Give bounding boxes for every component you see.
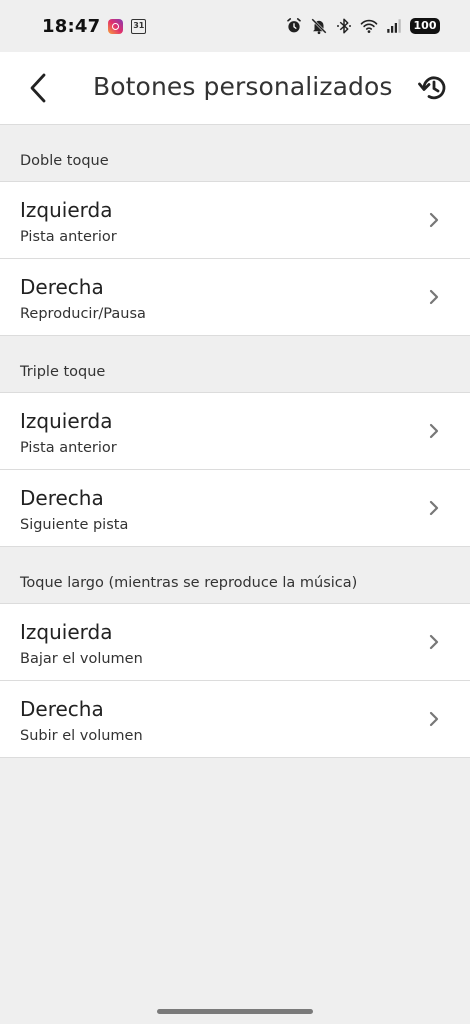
row-title: Izquierda xyxy=(20,620,113,644)
row-title: Derecha xyxy=(20,486,104,510)
signal-icon xyxy=(387,19,401,33)
reset-button[interactable] xyxy=(414,68,454,108)
row-title: Derecha xyxy=(20,275,104,299)
wifi-icon xyxy=(360,19,378,33)
chevron-right-icon xyxy=(429,212,439,228)
row-subtitle: Subir el volumen xyxy=(20,728,143,744)
alarm-icon xyxy=(287,18,301,33)
home-indicator[interactable] xyxy=(157,1009,313,1014)
list-item[interactable]: Derecha Reproducir/Pausa xyxy=(0,259,470,336)
list-item[interactable]: Derecha Siguiente pista xyxy=(0,470,470,547)
row-subtitle: Siguiente pista xyxy=(20,517,129,533)
chevron-right-icon xyxy=(429,289,439,305)
instagram-icon xyxy=(108,18,124,34)
status-left: 18:47 31 xyxy=(42,15,147,37)
section-header-doble-toque: Doble toque xyxy=(0,125,470,182)
calendar-icon: 31 xyxy=(131,18,147,34)
page-title: Botones personalizados xyxy=(93,72,393,101)
battery-indicator: 100 xyxy=(410,18,440,34)
back-arrow-icon xyxy=(30,73,46,103)
status-right: 100 xyxy=(285,17,440,35)
row-subtitle: Pista anterior xyxy=(20,440,117,456)
back-button[interactable] xyxy=(20,70,56,106)
app-bar: Botones personalizados xyxy=(0,52,470,125)
bluetooth-icon xyxy=(337,18,351,34)
row-subtitle: Bajar el volumen xyxy=(20,651,143,667)
row-title: Izquierda xyxy=(20,409,113,433)
row-title: Izquierda xyxy=(20,198,113,222)
chevron-right-icon xyxy=(429,634,439,650)
list-item[interactable]: Derecha Subir el volumen xyxy=(0,681,470,758)
reset-icon xyxy=(418,76,446,100)
list-item[interactable]: Izquierda Pista anterior xyxy=(0,182,470,259)
row-subtitle: Pista anterior xyxy=(20,229,117,245)
chevron-right-icon xyxy=(429,423,439,439)
status-bar: 18:47 31 100 xyxy=(0,0,470,52)
list-item[interactable]: Izquierda Bajar el volumen xyxy=(0,604,470,681)
list-item[interactable]: Izquierda Pista anterior xyxy=(0,393,470,470)
status-time: 18:47 xyxy=(42,15,101,37)
bell-muted-icon xyxy=(311,18,327,35)
settings-list: Doble toque Izquierda Pista anterior Der… xyxy=(0,125,470,758)
row-title: Derecha xyxy=(20,697,104,721)
section-header-toque-largo: Toque largo (mientras se reproduce la mú… xyxy=(0,547,470,604)
chevron-right-icon xyxy=(429,500,439,516)
row-subtitle: Reproducir/Pausa xyxy=(20,306,146,322)
section-header-triple-toque: Triple toque xyxy=(0,336,470,393)
chevron-right-icon xyxy=(429,711,439,727)
